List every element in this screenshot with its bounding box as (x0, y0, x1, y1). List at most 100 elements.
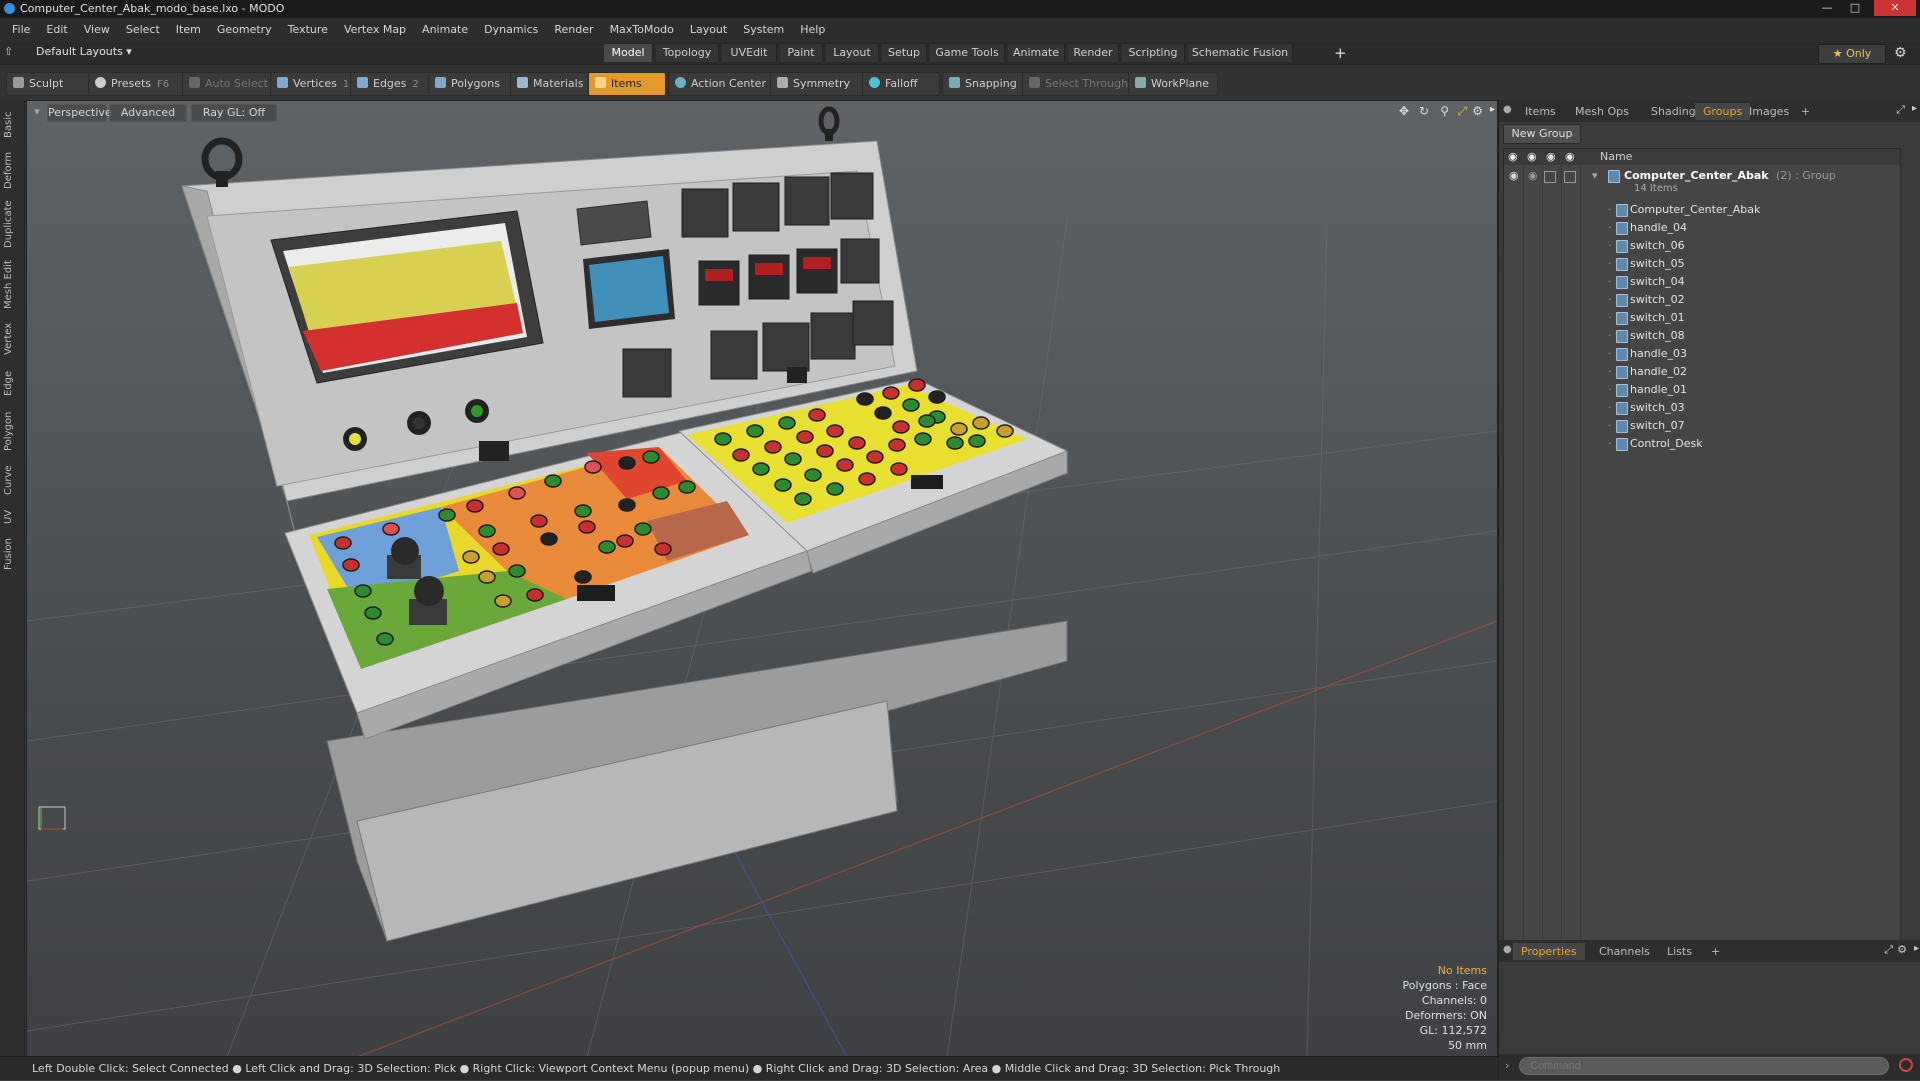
menu-select[interactable]: Select (118, 18, 168, 42)
menu-file[interactable]: File (4, 18, 38, 42)
menu-system[interactable]: System (735, 18, 792, 42)
bottom-panel-gear-icon[interactable]: ⚙ (1897, 943, 1907, 956)
viewport-settings-icon[interactable]: ⚙ (1472, 104, 1483, 118)
tab-layout[interactable]: Layout (826, 44, 879, 62)
group-expand-icon[interactable]: ▾ (1592, 167, 1598, 185)
item-row[interactable]: · switch_05 (1504, 255, 1900, 273)
panel_top-add-tab-button[interactable]: + (1793, 103, 1818, 120)
select-through-button[interactable]: Select Through (1022, 72, 1134, 96)
3d-viewport[interactable]: ▾ Perspective Advanced Ray GL: Off ✥ ↻ ⚲… (26, 100, 1498, 1058)
command-input[interactable] (1519, 1057, 1889, 1075)
tab-paint[interactable]: Paint (780, 44, 823, 62)
menu-dynamics[interactable]: Dynamics (476, 18, 546, 42)
tab-animate[interactable]: Animate (1008, 44, 1065, 62)
menu-edit[interactable]: Edit (38, 18, 75, 42)
edges-button[interactable]: Edges 2 (350, 72, 440, 96)
item-row[interactable]: · handle_03 (1504, 345, 1900, 363)
menu-vertex-map[interactable]: Vertex Map (336, 18, 414, 42)
panel_bottom-add-tab-button[interactable]: + (1703, 943, 1728, 960)
select-column-icon[interactable]: ◉ (1565, 149, 1575, 165)
sidetab-fusion[interactable]: Fusion (3, 534, 21, 574)
menu-animate[interactable]: Animate (414, 18, 476, 42)
bottom-panel-more-icon[interactable]: ▸ (1914, 943, 1919, 954)
group-lock-checkbox[interactable] (1544, 171, 1556, 183)
raygl-button[interactable]: Ray GL: Off (191, 104, 277, 122)
menu-view[interactable]: View (76, 18, 118, 42)
bottom-panel-expand-icon[interactable]: ⤢ (1884, 943, 1893, 957)
item-row[interactable]: · switch_06 (1504, 237, 1900, 255)
menu-render[interactable]: Render (546, 18, 601, 42)
tab-channels[interactable]: Channels (1591, 943, 1658, 960)
menu-maxtomodo[interactable]: MaxToModo (602, 18, 682, 42)
groups-tree[interactable]: ◉ ◉ ◉ ◉ Name ◉ ◉ ▾ Computer_Center_Abak … (1503, 148, 1901, 1016)
viewport-expand-icon[interactable]: ▸ (1490, 104, 1495, 115)
item-row[interactable]: · switch_07 (1504, 417, 1900, 435)
item-row[interactable]: · switch_03 (1504, 399, 1900, 417)
item-row[interactable]: · handle_01 (1504, 381, 1900, 399)
tab-game-tools[interactable]: Game Tools (930, 44, 1005, 62)
falloff-button[interactable]: Falloff (862, 72, 940, 96)
presets-button[interactable]: Presets F6 (88, 72, 190, 96)
sidetab-uv[interactable]: UV (3, 504, 21, 530)
vertices-button[interactable]: Vertices 1 (270, 72, 360, 96)
snapping-button[interactable]: Snapping (942, 72, 1030, 96)
rotate-view-icon[interactable]: ↻ (1419, 104, 1429, 118)
menu-texture[interactable]: Texture (280, 18, 336, 42)
group-visibility-eye-icon[interactable]: ◉ (1509, 167, 1519, 185)
item-row[interactable]: · switch_02 (1504, 291, 1900, 309)
sculpt-button[interactable]: Sculpt (6, 72, 94, 96)
close-button[interactable]: ✕ (1874, 0, 1916, 16)
tab-mesh-ops[interactable]: Mesh Ops (1567, 103, 1637, 120)
sidetab-vertex[interactable]: Vertex (3, 318, 21, 360)
tab-topology[interactable]: Topology (656, 44, 719, 62)
sidetab-edge[interactable]: Edge (3, 364, 21, 402)
item-row[interactable]: · Control_Desk (1504, 435, 1900, 453)
sidetab-mesh-edit[interactable]: Mesh Edit (3, 256, 21, 314)
symmetry-button[interactable]: Symmetry (770, 72, 866, 96)
tab-uvedit[interactable]: UVEdit (722, 44, 777, 62)
action-center-button[interactable]: Action Center (668, 72, 774, 96)
new-group-button[interactable]: New Group (1503, 124, 1581, 144)
sidetab-curve[interactable]: Curve (3, 460, 21, 500)
command-arrow-icon[interactable]: › (1505, 1059, 1509, 1072)
items-button[interactable]: Items (588, 72, 666, 96)
item-row[interactable]: · Computer_Center_Abak (1504, 201, 1900, 219)
command-stop-icon[interactable] (1899, 1058, 1913, 1072)
tab-scripting[interactable]: Scripting (1122, 44, 1185, 62)
lock-column-icon[interactable]: ◉ (1546, 149, 1556, 165)
name-column-header[interactable]: Name (1600, 149, 1632, 165)
maximize-button[interactable]: □ (1842, 0, 1868, 16)
layout-arrow-icon[interactable]: ⇧ (4, 45, 16, 59)
tab-schematic-fusion[interactable]: Schematic Fusion (1188, 44, 1293, 62)
scene-render[interactable] (27, 101, 1497, 1057)
fit-view-icon[interactable]: ⤢ (1457, 104, 1467, 119)
panel-expand-icon[interactable]: ⤢ (1896, 103, 1905, 117)
menu-item[interactable]: Item (168, 18, 209, 42)
shading-mode-button[interactable]: Advanced (109, 104, 187, 122)
move-view-icon[interactable]: ✥ (1399, 104, 1409, 118)
sidetab-basic[interactable]: Basic (3, 106, 21, 144)
zoom-view-icon[interactable]: ⚲ (1440, 104, 1449, 118)
menu-layout[interactable]: Layout (682, 18, 735, 42)
item-row[interactable]: · handle_02 (1504, 363, 1900, 381)
item-row[interactable]: · switch_04 (1504, 273, 1900, 291)
visibility-eye-icon[interactable]: ◉ (1508, 149, 1518, 165)
group-select-checkbox[interactable] (1564, 171, 1576, 183)
item-row[interactable]: · switch_01 (1504, 309, 1900, 327)
group-render-icon[interactable]: ◉ (1528, 167, 1538, 185)
render-toggle-icon[interactable]: ◉ (1527, 149, 1537, 165)
viewport-menu-icon[interactable]: ▾ (33, 104, 41, 120)
auto-select-button[interactable]: Auto Select (182, 72, 274, 96)
tab-setup[interactable]: Setup (882, 44, 927, 62)
gear-icon[interactable]: ⚙ (1894, 44, 1907, 62)
polygons-button[interactable]: Polygons (428, 72, 514, 96)
tab-model[interactable]: Model (604, 44, 653, 62)
sidetab-deform[interactable]: Deform (3, 148, 21, 192)
menu-geometry[interactable]: Geometry (209, 18, 280, 42)
tab-lists[interactable]: Lists (1659, 943, 1700, 960)
item-row[interactable]: · handle_04 (1504, 219, 1900, 237)
group-row[interactable]: ◉ ◉ ▾ Computer_Center_Abak (2) : Group 1… (1504, 167, 1900, 199)
bottom-panel-menu-icon[interactable]: ● (1503, 944, 1512, 955)
view-type-button[interactable]: Perspective (47, 104, 112, 122)
menu-help[interactable]: Help (792, 18, 833, 42)
